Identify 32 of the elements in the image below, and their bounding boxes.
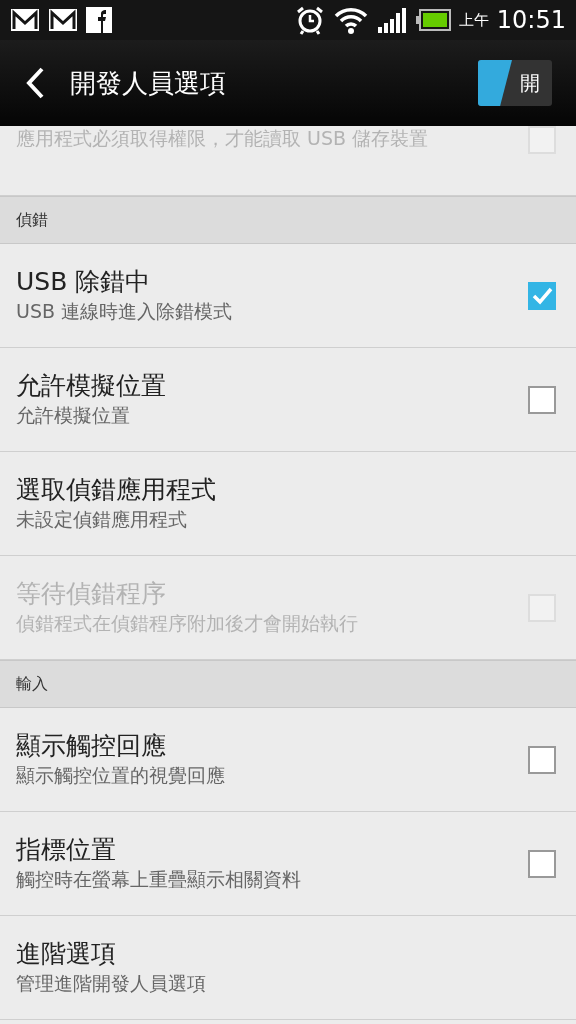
mail-icon bbox=[10, 8, 40, 32]
mail-icon bbox=[48, 8, 78, 32]
setting-summary: 顯示觸控位置的視覺回應 bbox=[16, 762, 226, 788]
setting-summary: USB 連線時進入除錯模式 bbox=[16, 298, 234, 324]
setting-summary: 觸控時在螢幕上重疊顯示相關資料 bbox=[16, 866, 302, 892]
setting-title[interactable]: 顯示觸控回應 bbox=[16, 730, 504, 763]
setting-title[interactable]: 進階選項 bbox=[16, 938, 532, 971]
setting-title[interactable]: 選取偵錯應用程式 bbox=[16, 474, 532, 507]
setting-title[interactable]: 指標位置 bbox=[16, 834, 504, 867]
screen-title: 開發人員選項 bbox=[70, 66, 226, 100]
checkbox[interactable] bbox=[528, 849, 556, 878]
battery-icon bbox=[414, 9, 451, 31]
setting-summary: 允許模擬位置 bbox=[16, 402, 131, 428]
setting-summary: 應用程式必須取得權限，才能讀取 USB 儲存裝置 bbox=[16, 126, 430, 151]
facebook-icon bbox=[86, 7, 112, 33]
master-toggle[interactable]: 開 bbox=[478, 60, 552, 106]
back-icon[interactable] bbox=[24, 66, 46, 100]
checkbox[interactable] bbox=[528, 281, 556, 310]
setting-title[interactable]: USB 除錯中 bbox=[16, 266, 504, 299]
setting-summary: 未設定偵錯應用程式 bbox=[16, 506, 188, 532]
am-pm-label: 上午 bbox=[458, 9, 489, 31]
checkbox[interactable] bbox=[528, 385, 556, 414]
setting-summary: 偵錯程式在偵錯程序附加後才會開始執行 bbox=[16, 610, 359, 636]
wifi-icon bbox=[332, 5, 369, 35]
clock-time: 10:51 bbox=[496, 5, 566, 36]
alarm-icon bbox=[294, 5, 325, 35]
setting-title[interactable]: 允許模擬位置 bbox=[16, 370, 504, 403]
checkbox[interactable] bbox=[528, 745, 556, 774]
section-header: 偵錯 bbox=[0, 196, 576, 244]
signal-icon bbox=[376, 7, 407, 33]
section-header: 輸入 bbox=[0, 660, 576, 708]
setting-summary: 管理進階開發人員選項 bbox=[16, 970, 207, 996]
